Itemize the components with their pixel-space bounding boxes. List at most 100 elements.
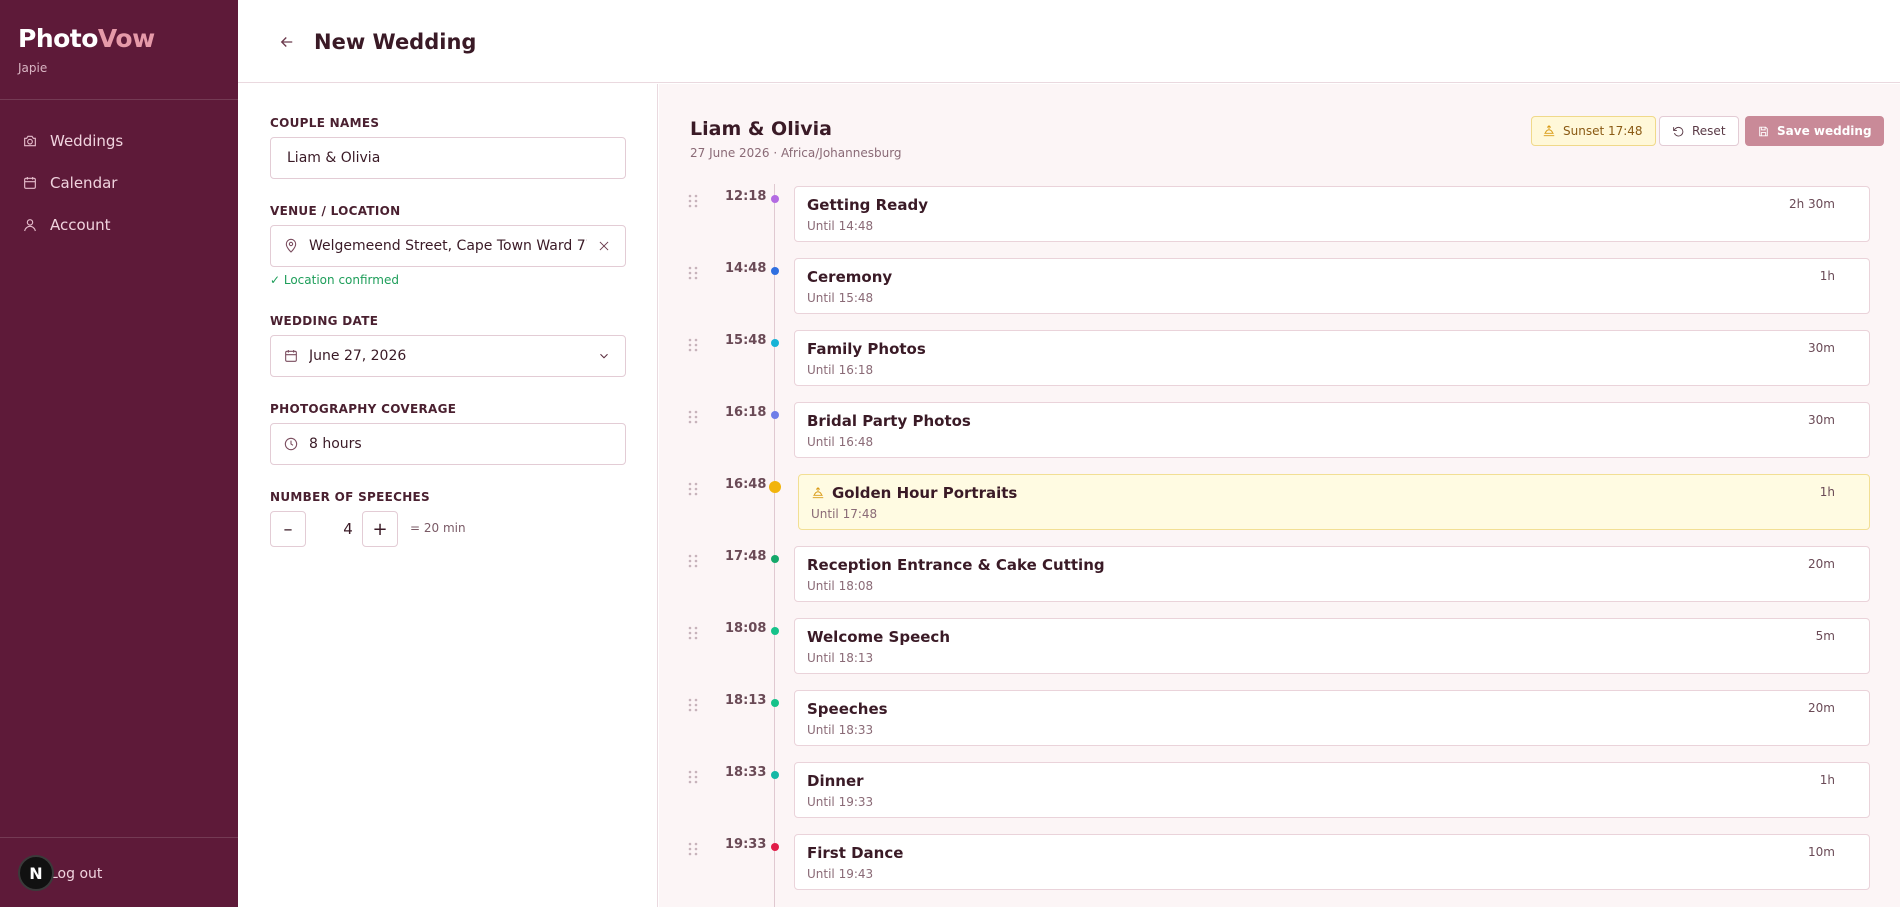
event-name: Welcome Speech	[807, 628, 951, 646]
event-dot	[771, 195, 779, 203]
reset-label: Reset	[1692, 124, 1726, 138]
timeline-title: Liam & Olivia	[690, 118, 832, 140]
current-user: Japie	[18, 61, 48, 75]
drag-handle-icon[interactable]	[688, 769, 698, 784]
event-dot	[771, 339, 779, 347]
event-name: Ceremony	[807, 268, 893, 286]
sunset-icon	[1543, 125, 1555, 137]
brand-logo[interactable]: PhotoVow	[18, 24, 220, 53]
event-duration: 1h	[1819, 485, 1835, 499]
event-duration: 20m	[1808, 557, 1835, 571]
drag-handle-icon[interactable]	[688, 265, 698, 280]
event-name-row: First Dance	[807, 844, 903, 862]
event-until: Until 18:13	[807, 651, 874, 665]
event-time: 18:33	[725, 765, 767, 780]
clock-icon	[283, 436, 299, 452]
event-time: 16:48	[725, 477, 767, 492]
coverage-value: 8 hours	[309, 436, 362, 452]
event-card[interactable]: First Dance Until 19:43 10m	[794, 834, 1870, 890]
reset-button[interactable]: Reset	[1659, 116, 1739, 146]
event-until: Until 15:48	[807, 291, 874, 305]
sidebar-item-label: Calendar	[50, 174, 118, 192]
sidebar: PhotoVow Japie Weddings Calendar Account…	[0, 0, 238, 907]
event-card[interactable]: Reception Entrance & Cake Cutting Until 1…	[794, 546, 1870, 602]
coverage-input[interactable]: 8 hours	[270, 423, 626, 465]
rotate-ccw-icon	[1673, 126, 1684, 136]
event-dot	[771, 699, 779, 707]
sidebar-item-account[interactable]: Account	[0, 204, 238, 246]
speeches-increment-button[interactable]: +	[362, 511, 398, 547]
event-until: Until 16:18	[807, 363, 874, 377]
event-card[interactable]: Dinner Until 19:33 1h	[794, 762, 1870, 818]
couple-names-input[interactable]: Liam & Olivia	[270, 137, 626, 179]
wedding-form: COUPLE NAMES Liam & Olivia VENUE / LOCAT…	[238, 84, 658, 907]
sidebar-item-weddings[interactable]: Weddings	[0, 120, 238, 162]
drag-handle-icon[interactable]	[688, 337, 698, 352]
event-dot	[771, 771, 779, 779]
sidebar-item-label: Weddings	[50, 132, 124, 150]
event-name-row: Dinner	[807, 772, 864, 790]
venue-input[interactable]: Welgemeend Street, Cape Town Ward 77, Ca…	[270, 225, 626, 267]
timeline-subtitle: 27 June 2026 · Africa/Johannesburg	[690, 146, 902, 160]
event-duration: 1h	[1819, 773, 1835, 787]
wedding-date-value: June 27, 2026	[309, 348, 407, 364]
wedding-date-label: WEDDING DATE	[270, 314, 379, 328]
event-name: Speeches	[807, 700, 888, 718]
logout-button[interactable]: Log out	[50, 866, 102, 882]
event-card[interactable]: Bridal Party Photos Until 16:48 30m	[794, 402, 1870, 458]
drag-handle-icon[interactable]	[688, 193, 698, 208]
event-until: Until 17:48	[811, 507, 878, 521]
speeches-label: NUMBER OF SPEECHES	[270, 490, 430, 504]
event-card[interactable]: Getting Ready Until 14:48 2h 30m	[794, 186, 1870, 242]
event-name-row: Bridal Party Photos	[807, 412, 971, 430]
event-card[interactable]: Golden Hour Portraits Until 17:48 1h	[798, 474, 1870, 530]
couple-names-value: Liam & Olivia	[287, 150, 381, 166]
speeches-decrement-button[interactable]: –	[270, 511, 306, 547]
drag-handle-icon[interactable]	[688, 841, 698, 856]
timeline-event: 18:13 Speeches Until 18:33 20m	[659, 690, 1900, 748]
event-time: 17:48	[725, 549, 767, 564]
timeline-event: 18:08 Welcome Speech Until 18:13 5m	[659, 618, 1900, 676]
event-name-row: Family Photos	[807, 340, 926, 358]
drag-handle-icon[interactable]	[688, 625, 698, 640]
drag-handle-icon[interactable]	[688, 409, 698, 424]
event-name-row: Reception Entrance & Cake Cutting	[807, 556, 1105, 574]
event-name-row: Speeches	[807, 700, 888, 718]
timeline-event: 16:48 Golden Hour Portraits Until 17:48 1h	[659, 474, 1900, 532]
clear-venue-button[interactable]	[597, 239, 611, 253]
event-name-row: Welcome Speech	[807, 628, 950, 646]
dev-badge[interactable]: N	[18, 855, 54, 891]
sidebar-footer: Log out N	[0, 837, 238, 907]
sidebar-item-calendar[interactable]: Calendar	[0, 162, 238, 204]
event-duration: 1h	[1819, 269, 1835, 283]
event-name: Getting Ready	[807, 196, 928, 214]
calendar-icon	[283, 348, 299, 364]
timeline-panel: Liam & Olivia 27 June 2026 · Africa/Joha…	[659, 84, 1900, 907]
venue-label: VENUE / LOCATION	[270, 204, 401, 218]
sidebar-nav: Weddings Calendar Account	[0, 100, 238, 246]
event-card[interactable]: Ceremony Until 15:48 1h	[794, 258, 1870, 314]
event-time: 15:48	[725, 333, 767, 348]
event-card[interactable]: Welcome Speech Until 18:13 5m	[794, 618, 1870, 674]
wedding-date-select[interactable]: June 27, 2026	[270, 335, 626, 377]
event-until: Until 16:48	[807, 435, 874, 449]
event-duration: 10m	[1808, 845, 1835, 859]
event-card[interactable]: Family Photos Until 16:18 30m	[794, 330, 1870, 386]
brand-name: Photo	[18, 24, 98, 53]
event-duration: 2h 30m	[1788, 197, 1835, 211]
event-name-row: Getting Ready	[807, 196, 928, 214]
event-name: Reception Entrance & Cake Cutting	[807, 556, 1105, 574]
event-name: Bridal Party Photos	[807, 412, 971, 430]
drag-handle-icon[interactable]	[688, 553, 698, 568]
event-time: 12:18	[725, 189, 767, 204]
drag-handle-icon[interactable]	[688, 697, 698, 712]
event-dot	[769, 481, 781, 493]
page-title: New Wedding	[314, 30, 477, 54]
back-button[interactable]	[278, 33, 296, 51]
drag-handle-icon[interactable]	[688, 481, 698, 496]
chevron-down-icon	[597, 349, 611, 363]
close-icon	[599, 241, 609, 251]
venue-value: Welgemeend Street, Cape Town Ward 77, Ca…	[309, 238, 587, 254]
event-card[interactable]: Speeches Until 18:33 20m	[794, 690, 1870, 746]
save-wedding-button[interactable]: Save wedding	[1745, 116, 1884, 146]
